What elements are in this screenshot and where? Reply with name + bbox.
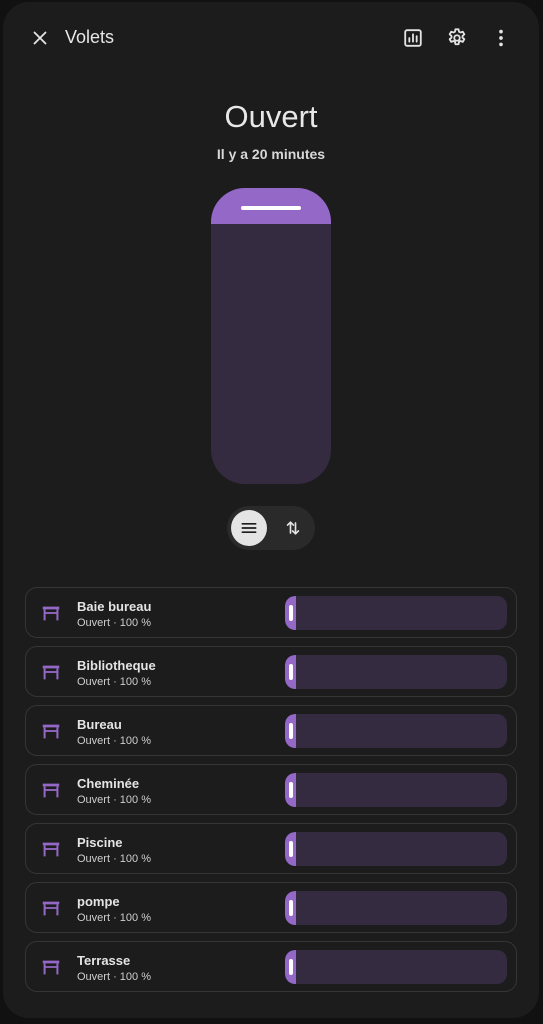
cover-card-bibliotheque[interactable]: Bibliotheque Ouvert · 100 % [25,646,517,697]
cover-status: Ouvert · 100 % [77,617,151,629]
cover-name: pompe [77,894,120,909]
cover-card-pompe[interactable]: pompe Ouvert · 100 % [25,882,517,933]
close-icon [33,31,47,45]
settings-button[interactable] [441,22,473,54]
cover-slider-handle[interactable] [289,841,293,857]
cover-status: Ouvert · 100 % [77,794,151,806]
cover-card-baie-bureau[interactable]: Baie bureau Ouvert · 100 % [25,587,517,638]
position-mode-button[interactable] [231,510,267,546]
cover-name: Bibliotheque [77,658,156,673]
shutter-icon [42,783,60,798]
close-button[interactable] [24,22,56,54]
state-label: Ouvert [224,99,318,134]
cover-list: Baie bureau Ouvert · 100 % Bibliotheque … [25,587,517,1000]
cover-card-cheminee[interactable]: Cheminée Ouvert · 100 % [25,764,517,815]
cover-slider[interactable] [285,655,507,689]
cover-name: Piscine [77,835,123,850]
cover-slider-handle[interactable] [289,782,293,798]
cover-status: Ouvert · 100 % [77,912,151,924]
cover-name: Terrasse [77,953,131,968]
gear-icon [448,28,466,46]
history-button[interactable] [397,22,429,54]
cover-name: Baie bureau [77,599,152,614]
control-mode-toggle [227,506,315,550]
buttons-mode-button[interactable] [275,510,311,546]
cover-name: Cheminée [77,776,140,791]
cover-position-slider[interactable] [211,188,331,484]
cover-slider-handle[interactable] [289,605,293,621]
cover-slider[interactable] [285,773,507,807]
cover-slider-handle[interactable] [289,959,293,975]
shutter-icon [42,665,60,680]
cover-status: Ouvert · 100 % [77,676,151,688]
cover-slider-handle[interactable] [289,723,293,739]
cover-status: Ouvert · 100 % [77,853,151,865]
shutter-icon [42,842,60,857]
dots-vertical-icon [499,29,503,47]
shutter-icon [42,901,60,916]
cover-card-bureau[interactable]: Bureau Ouvert · 100 % [25,705,517,756]
cover-position-handle[interactable] [241,206,301,210]
cover-status: Ouvert · 100 % [77,971,151,983]
last-changed-label: Il y a 20 minutes [216,146,326,162]
shutter-icon [42,606,60,621]
cover-name: Bureau [77,717,122,732]
cover-slider[interactable] [285,596,507,630]
shutter-icon [42,960,60,975]
cover-card-piscine[interactable]: Piscine Ouvert · 100 % [25,823,517,874]
swap-vertical-icon [286,521,300,535]
dialog-title: Volets [65,27,115,47]
more-info-dialog: Volets Ouvert Il y a 20 minutes Baie bur… [3,2,539,1018]
cover-slider[interactable] [285,950,507,984]
cover-card-terrasse[interactable]: Terrasse Ouvert · 100 % [25,941,517,992]
cover-status: Ouvert · 100 % [77,735,151,747]
chart-box-icon [404,29,422,47]
cover-slider[interactable] [285,891,507,925]
cover-slider-handle[interactable] [289,664,293,680]
cover-slider[interactable] [285,832,507,866]
cover-slider[interactable] [285,714,507,748]
dialog-header: Volets [3,2,539,74]
cover-slider-handle[interactable] [289,900,293,916]
shutter-icon [42,724,60,739]
more-options-button[interactable] [485,22,517,54]
menu-lines-icon [241,523,257,533]
